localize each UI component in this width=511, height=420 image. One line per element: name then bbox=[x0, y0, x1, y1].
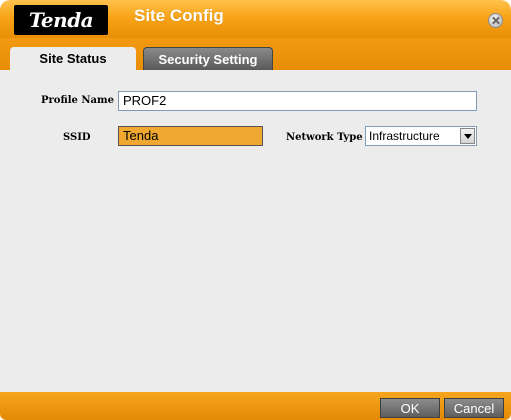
network-type-value: Infrastructure bbox=[369, 129, 440, 143]
tab-bar: Site Status Security Setting bbox=[0, 38, 511, 70]
network-type-select[interactable]: Infrastructure bbox=[365, 126, 477, 146]
ssid-label: SSID bbox=[63, 132, 91, 143]
ssid-input[interactable]: Tenda bbox=[118, 126, 263, 146]
bottom-bar: OK Cancel bbox=[0, 392, 511, 420]
chevron-down-icon[interactable] bbox=[460, 128, 475, 144]
cancel-button[interactable]: Cancel bbox=[444, 398, 504, 418]
site-status-panel: Profile Name PROF2 SSID Tenda Network Ty… bbox=[10, 70, 501, 392]
tenda-logo: Tenda bbox=[14, 5, 108, 35]
network-type-label: Network Type bbox=[286, 132, 363, 143]
close-icon[interactable] bbox=[488, 13, 503, 28]
site-config-window: Tenda Site Config Site Status Security S… bbox=[0, 0, 511, 420]
profile-name-label: Profile Name bbox=[41, 95, 114, 106]
profile-name-input[interactable]: PROF2 bbox=[118, 91, 477, 111]
ok-button[interactable]: OK bbox=[380, 398, 440, 418]
tab-security-setting[interactable]: Security Setting bbox=[143, 47, 273, 70]
window-title: Site Config bbox=[134, 6, 224, 25]
tab-site-status[interactable]: Site Status bbox=[10, 47, 136, 70]
title-bar[interactable]: Tenda Site Config bbox=[0, 0, 511, 38]
